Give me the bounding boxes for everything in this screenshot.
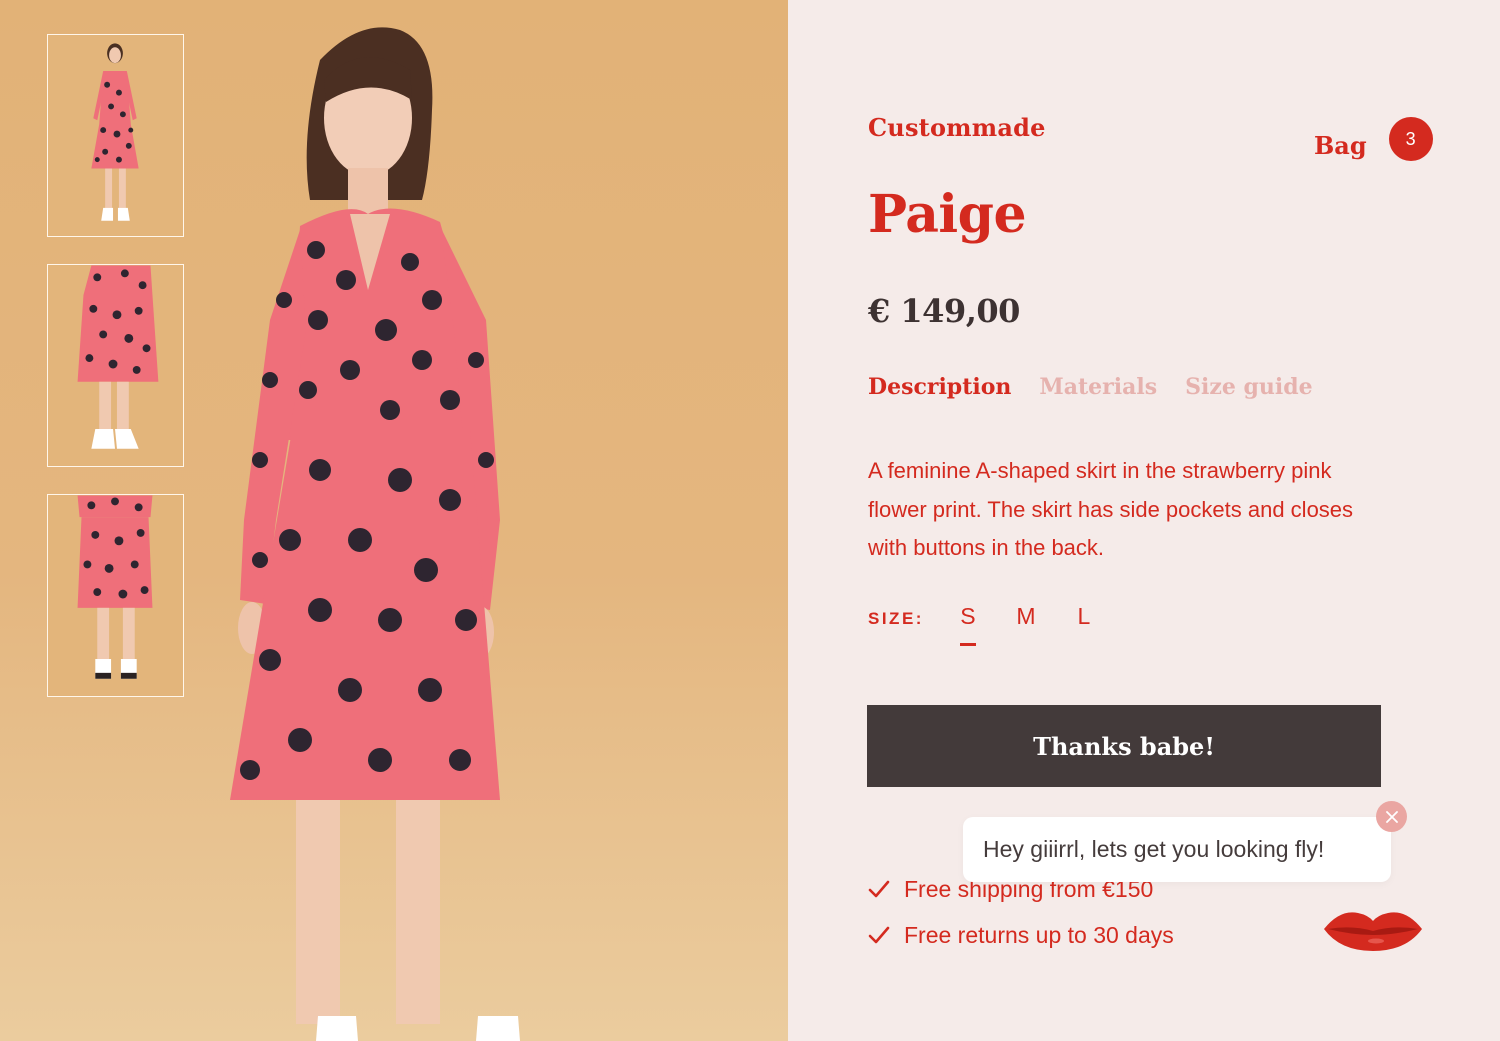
product-gallery xyxy=(0,0,788,1041)
chat-close-button[interactable] xyxy=(1376,801,1407,832)
bag-label: Bag xyxy=(1314,130,1367,160)
perk-label: Free returns up to 30 days xyxy=(904,921,1174,948)
thumbnail-list xyxy=(47,34,184,724)
product-detail-tabs: Description Materials Size guide xyxy=(868,374,1313,400)
thumbnail-image-skirt-side xyxy=(48,265,183,466)
checkmark-icon xyxy=(868,880,890,898)
size-option-m[interactable]: M xyxy=(1010,603,1042,634)
product-price: € 149,00 xyxy=(868,292,1020,330)
bag-count-badge: 3 xyxy=(1388,117,1433,161)
chat-message-text: Hey giiirrl, lets get you looking fly! xyxy=(983,836,1325,862)
product-main-image xyxy=(200,0,580,1041)
product-description: A feminine A-shaped skirt in the strawbe… xyxy=(868,458,1354,560)
chat-launcher-button[interactable] xyxy=(1322,905,1424,955)
lips-icon xyxy=(1324,912,1422,951)
product-title: Paige xyxy=(868,184,1027,245)
thumbnail-image-skirt-back xyxy=(48,495,183,696)
product-thumbnail-2[interactable] xyxy=(47,264,184,467)
size-selector: SIZE: S M L xyxy=(868,603,1126,646)
close-icon xyxy=(1385,810,1398,823)
checkmark-icon xyxy=(868,926,890,944)
thumbnail-image-front xyxy=(48,35,183,236)
model-photo xyxy=(230,27,520,1041)
shopping-bag-button[interactable]: Bag 3 xyxy=(1314,117,1433,161)
product-thumbnail-1[interactable] xyxy=(47,34,184,237)
tab-size-guide[interactable]: Size guide xyxy=(1185,374,1313,400)
add-to-bag-button[interactable]: Thanks babe! xyxy=(867,705,1381,787)
tab-materials[interactable]: Materials xyxy=(1039,374,1157,400)
size-option-l[interactable]: L xyxy=(1068,603,1100,634)
brand-logo-link[interactable]: Custommade xyxy=(868,113,1046,142)
size-option-s[interactable]: S xyxy=(952,603,984,646)
product-thumbnail-3[interactable] xyxy=(47,494,184,697)
perk-item-returns: Free returns up to 30 days xyxy=(868,912,1174,958)
size-label: SIZE: xyxy=(868,608,924,628)
chat-message-bubble[interactable]: Hey giiirrl, lets get you looking fly! xyxy=(963,817,1391,882)
tab-description[interactable]: Description xyxy=(868,374,1011,400)
product-info-panel: Custommade Bag 3 Paige € 149,00 Descript… xyxy=(788,0,1500,1041)
